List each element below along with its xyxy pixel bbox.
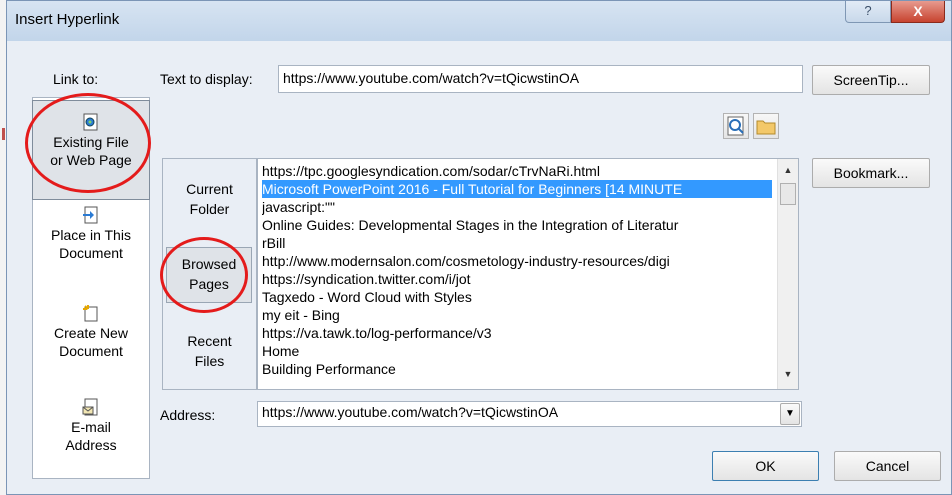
bookmark-button[interactable]: Bookmark... bbox=[812, 158, 930, 188]
browsed-pages-list[interactable]: https://tpc.googlesyndication.com/sodar/… bbox=[257, 158, 799, 390]
link-item-line1: Create New bbox=[54, 325, 128, 341]
text-to-display-label: Text to display: bbox=[160, 71, 253, 87]
list-item-selected[interactable]: Microsoft PowerPoint 2016 - Full Tutoria… bbox=[262, 180, 772, 198]
link-to-label: Link to: bbox=[53, 71, 99, 87]
link-item-line2: Address bbox=[65, 437, 117, 453]
list-scrollbar[interactable]: ▲ ▼ bbox=[777, 159, 798, 389]
scroll-thumb[interactable] bbox=[780, 183, 796, 205]
annotation-circle-browsed-pages bbox=[160, 237, 248, 313]
link-create-new-document[interactable]: Create New Document bbox=[33, 304, 149, 374]
address-dropdown-button[interactable]: ▼ bbox=[780, 403, 800, 425]
list-item[interactable]: my eit - Bing bbox=[262, 306, 772, 324]
ok-button[interactable]: OK bbox=[712, 451, 819, 481]
address-input[interactable]: https://www.youtube.com/watch?v=tQicwsti… bbox=[257, 401, 802, 427]
link-email-address[interactable]: E-mail Address bbox=[33, 398, 149, 468]
screentip-button[interactable]: ScreenTip... bbox=[812, 65, 930, 95]
email-icon bbox=[82, 398, 98, 416]
browse-web-button[interactable] bbox=[723, 113, 749, 139]
text-to-display-input[interactable]: https://www.youtube.com/watch?v=tQicwsti… bbox=[278, 65, 803, 93]
help-button[interactable]: ? bbox=[845, 1, 891, 23]
list-item[interactable]: https://syndication.twitter.com/i/jot bbox=[262, 270, 772, 288]
scroll-down-arrow-icon[interactable]: ▼ bbox=[778, 365, 798, 383]
folder-icon bbox=[756, 120, 776, 135]
list-item[interactable]: Online Guides: Developmental Stages in t… bbox=[262, 216, 772, 234]
list-item[interactable]: Building Performance bbox=[262, 360, 772, 378]
list-item[interactable]: Home bbox=[262, 342, 772, 360]
new-document-icon bbox=[83, 305, 98, 322]
look-in-line2: Folder bbox=[189, 201, 230, 217]
list-item[interactable]: http://www.modernsalon.com/cosmetology-i… bbox=[262, 252, 772, 270]
browse-web-icon bbox=[727, 116, 744, 136]
list-item[interactable]: https://va.tawk.to/log-performance/v3 bbox=[262, 324, 772, 342]
title-bar[interactable]: Insert Hyperlink ? X bbox=[7, 1, 951, 41]
scroll-up-arrow-icon[interactable]: ▲ bbox=[778, 161, 798, 179]
list-item[interactable]: https://tpc.googlesyndication.com/sodar/… bbox=[262, 162, 772, 180]
link-place-in-document[interactable]: Place in This Document bbox=[33, 206, 149, 276]
browse-file-button[interactable] bbox=[753, 113, 779, 139]
link-item-line2: Document bbox=[59, 245, 123, 261]
list-item[interactable]: rBill bbox=[262, 234, 772, 252]
link-item-line1: Place in This bbox=[51, 227, 131, 243]
link-item-line2: Document bbox=[59, 343, 123, 359]
look-in-line2: Files bbox=[194, 353, 225, 369]
background-accent bbox=[2, 128, 5, 140]
annotation-circle-existing-file bbox=[25, 93, 151, 193]
insert-hyperlink-dialog: Insert Hyperlink ? X Link to: Text to di… bbox=[6, 0, 952, 495]
dialog-title: Insert Hyperlink bbox=[15, 11, 120, 28]
look-in-current-folder[interactable]: Current Folder bbox=[163, 179, 256, 219]
list-item[interactable]: Tagxedo - Word Cloud with Styles bbox=[262, 288, 772, 306]
link-item-line1: E-mail bbox=[71, 419, 111, 435]
look-in-recent-files[interactable]: Recent Files bbox=[163, 331, 256, 371]
cancel-button[interactable]: Cancel bbox=[834, 451, 941, 481]
close-button[interactable]: X bbox=[891, 1, 945, 23]
look-in-line1: Recent bbox=[187, 333, 232, 349]
document-place-icon bbox=[83, 206, 98, 224]
list-item[interactable]: javascript:"" bbox=[262, 198, 772, 216]
look-in-line1: Current bbox=[186, 181, 233, 197]
address-label: Address: bbox=[160, 407, 216, 423]
